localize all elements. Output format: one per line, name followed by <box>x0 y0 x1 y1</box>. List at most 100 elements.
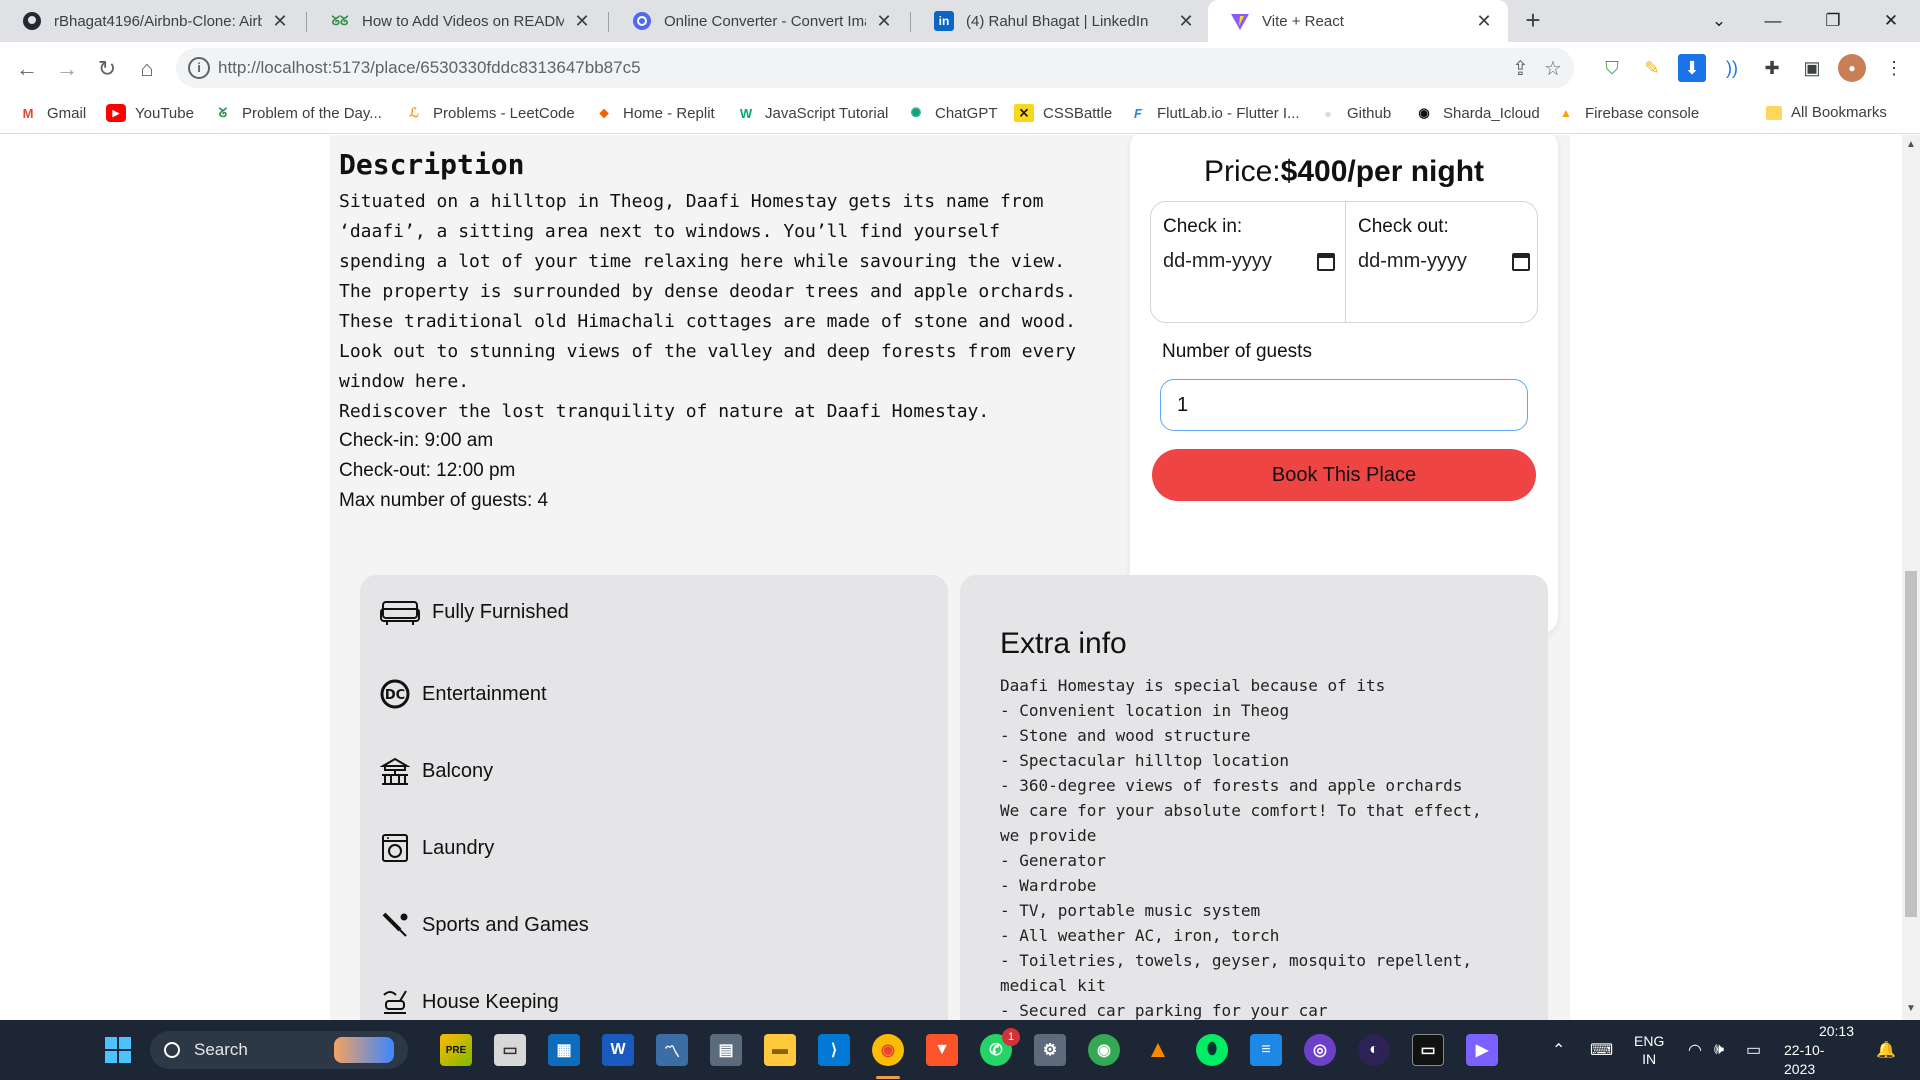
windows-taskbar: Search PRE ▭ ▦ W 〽 ▤ ▬ ⟩ ◉ ▼ ✆ 1 ⚙ ◉ ▲ ⬮… <box>0 1020 1920 1080</box>
share-icon[interactable]: ⇪ <box>1512 56 1529 81</box>
description-heading: Description <box>339 148 525 181</box>
wifi-icon[interactable]: ◠ <box>1688 1020 1702 1080</box>
page-scrollbar[interactable]: ▲ ▼ <box>1902 135 1920 1020</box>
linkedin-icon: in <box>934 11 954 31</box>
perk-item: DC Entertainment <box>380 679 547 709</box>
back-icon[interactable]: ← <box>12 54 42 84</box>
keyboard-icon[interactable]: ⌨ <box>1590 1020 1613 1080</box>
bookmark-chatgpt[interactable]: ✺ ChatGPT <box>906 104 998 122</box>
calculator-icon[interactable]: ▤ <box>710 1034 742 1066</box>
bookmark-sharda-icloud[interactable]: ◉ Sharda_Icloud <box>1414 104 1539 122</box>
calendar-icon[interactable] <box>1317 252 1335 271</box>
scroll-down-arrow-icon[interactable]: ▼ <box>1906 1003 1916 1014</box>
vlc-icon[interactable]: ▲ <box>1142 1034 1174 1066</box>
youtube-icon: ▶ <box>106 104 126 122</box>
minimize-icon[interactable]: — <box>1748 0 1798 42</box>
check-out-time: Check-out: 12:00 pm <box>339 460 516 481</box>
tab-gfg[interactable]: ᘜᘜ How to Add Videos on README ✕ <box>308 0 606 42</box>
address-bar[interactable]: i http://localhost:5173/place/6530330fdd… <box>176 48 1574 88</box>
url-text[interactable]: http://localhost:5173/place/6530330fddc8… <box>218 58 641 78</box>
scrollbar-thumb[interactable] <box>1905 571 1917 917</box>
github-icon <box>22 11 42 31</box>
perks-panel: Fully Furnished DC Entertainment Balcony… <box>360 575 948 1020</box>
extensions-puzzle-icon[interactable]: ✚ <box>1758 54 1786 82</box>
clock-time: 20:13 <box>1818 1022 1854 1039</box>
eclipse-icon[interactable]: ◐ <box>1358 1034 1390 1066</box>
task-view-icon[interactable]: ▭ <box>494 1034 526 1066</box>
reload-icon[interactable]: ↻ <box>92 54 122 84</box>
booking-widget: Price:$400/per night Check in: dd-mm-yyy… <box>1130 135 1558 634</box>
more-menu-icon[interactable]: ⋮ <box>1880 54 1908 82</box>
adblock-shield-icon[interactable]: ⛉ <box>1598 54 1626 82</box>
bookmark-javascript-tutorial[interactable]: W JavaScript Tutorial <box>736 104 889 122</box>
read-aloud-icon[interactable]: )) <box>1718 54 1746 82</box>
bookmark-gfg-potd[interactable]: ᘜ Problem of the Day... <box>213 104 382 122</box>
check-in-input[interactable]: dd-mm-yyyy <box>1163 250 1335 273</box>
tab-search-icon[interactable]: ⌄ <box>1694 0 1744 42</box>
tab-vite-react[interactable]: Vite + React ✕ <box>1208 0 1508 42</box>
tab-github[interactable]: rBhagat4196/Airbnb-Clone: Airb ✕ <box>0 0 304 42</box>
bookmark-github[interactable]: ● Github <box>1318 104 1391 122</box>
whatsapp-notification-badge: 1 <box>1002 1028 1020 1046</box>
notification-bell-icon[interactable]: 🔔 <box>1876 1020 1896 1080</box>
tab-linkedin[interactable]: in (4) Rahul Bhagat | LinkedIn ✕ <box>912 0 1210 42</box>
battery-icon[interactable]: ▭ <box>1746 1020 1761 1080</box>
side-panel-icon[interactable]: ▣ <box>1798 54 1826 82</box>
mongodb-icon[interactable]: ⬮ <box>1196 1034 1228 1066</box>
tab-title: How to Add Videos on README <box>362 12 564 30</box>
close-tab-icon[interactable]: ✕ <box>1474 11 1494 32</box>
language-indicator[interactable]: ENG IN <box>1634 1020 1664 1080</box>
bookmark-youtube[interactable]: ▶ YouTube <box>106 104 194 122</box>
notepad-icon[interactable]: ≡ <box>1250 1034 1282 1066</box>
close-tab-icon[interactable]: ✕ <box>1176 11 1196 32</box>
bookmark-star-icon[interactable]: ☆ <box>1544 56 1562 81</box>
download-extension-icon[interactable]: ⬇ <box>1678 54 1706 82</box>
word-icon[interactable]: W <box>602 1034 634 1066</box>
volume-icon[interactable]: 🕪 <box>1714 1020 1724 1080</box>
bookmark-flutlab[interactable]: F FlutLab.io - Flutter I... <box>1128 104 1300 122</box>
github-desktop-icon[interactable]: ◎ <box>1304 1034 1336 1066</box>
forward-icon[interactable]: → <box>52 54 82 84</box>
home-icon[interactable]: ⌂ <box>132 54 162 84</box>
check-out-field[interactable]: Check out: dd-mm-yyyy <box>1345 202 1539 322</box>
profile-avatar[interactable]: ● <box>1838 54 1866 82</box>
file-explorer-icon[interactable]: ▬ <box>764 1034 796 1066</box>
bookmark-gmail[interactable]: M Gmail <box>18 104 87 122</box>
bookmark-label: ChatGPT <box>935 104 998 122</box>
perk-item: Sports and Games <box>380 910 589 940</box>
bookmark-leetcode[interactable]: ℒ Problems - LeetCode <box>404 104 574 122</box>
close-tab-icon[interactable]: ✕ <box>572 11 592 32</box>
close-window-icon[interactable]: ✕ <box>1866 0 1916 42</box>
terminal-icon[interactable]: ▭ <box>1412 1034 1444 1066</box>
bookmark-firebase[interactable]: ▲ Firebase console <box>1556 104 1699 122</box>
clipchamp-icon[interactable]: ▶ <box>1466 1034 1498 1066</box>
close-tab-icon[interactable]: ✕ <box>874 11 894 32</box>
new-tab-button[interactable]: + <box>1518 6 1548 36</box>
brave-icon[interactable]: ▼ <box>926 1034 958 1066</box>
check-in-field[interactable]: Check in: dd-mm-yyyy <box>1151 202 1345 322</box>
all-bookmarks[interactable]: All Bookmarks <box>1766 104 1887 121</box>
show-hidden-icons[interactable]: ⌃ <box>1552 1020 1565 1080</box>
chrome-profile-icon[interactable]: ◉ <box>1088 1034 1120 1066</box>
chrome-icon[interactable]: ◉ <box>872 1034 904 1066</box>
windows-start-icon[interactable] <box>102 1034 134 1066</box>
scroll-up-arrow-icon[interactable]: ▲ <box>1906 139 1916 150</box>
book-this-place-button[interactable]: Book This Place <box>1152 449 1536 501</box>
copilot-preview-icon[interactable]: PRE <box>440 1034 472 1066</box>
guests-input[interactable]: 1 <box>1160 379 1528 431</box>
color-picker-icon[interactable]: ✎ <box>1638 54 1666 82</box>
tab-converter[interactable]: Online Converter - Convert Imag ✕ <box>610 0 908 42</box>
bookmark-replit[interactable]: ⬥ Home - Replit <box>594 104 714 122</box>
clock[interactable]: 20:13 22-10-2023 <box>1784 1020 1854 1080</box>
vscode-icon[interactable]: ⟩ <box>818 1034 850 1066</box>
settings-gear-icon[interactable]: ⚙ <box>1034 1034 1066 1066</box>
performance-monitor-icon[interactable]: 〽 <box>656 1034 688 1066</box>
check-out-input[interactable]: dd-mm-yyyy <box>1358 250 1530 273</box>
restore-icon[interactable]: ❐ <box>1808 0 1858 42</box>
microsoft-store-icon[interactable]: ▦ <box>548 1034 580 1066</box>
calendar-icon[interactable] <box>1512 252 1530 271</box>
bookmark-cssbattle[interactable]: ⨯ CSSBattle <box>1014 104 1112 122</box>
taskbar-search[interactable]: Search <box>150 1031 408 1069</box>
site-info-icon[interactable]: i <box>188 57 210 79</box>
close-tab-icon[interactable]: ✕ <box>270 11 290 32</box>
